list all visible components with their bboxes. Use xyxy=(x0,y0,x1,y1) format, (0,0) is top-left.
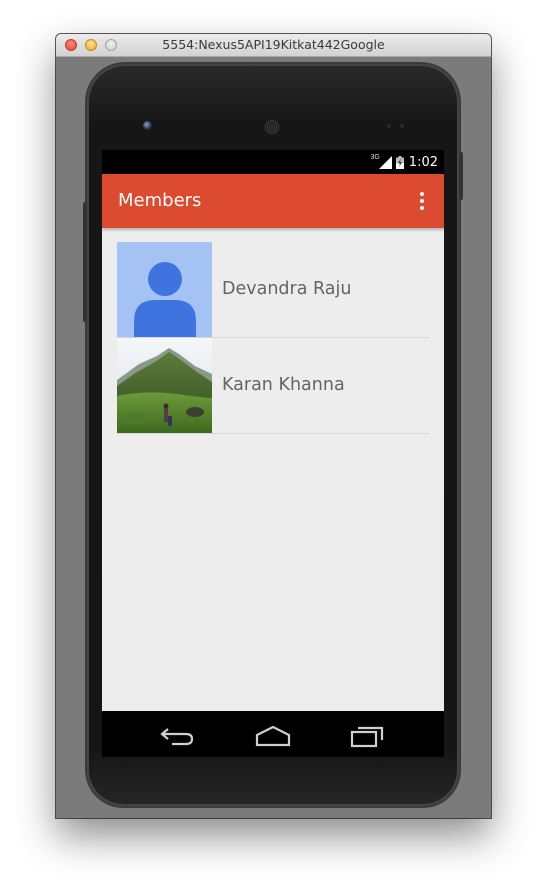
landscape-photo xyxy=(117,338,212,433)
front-camera-icon xyxy=(143,121,152,130)
status-bar: 3G 1:02 xyxy=(102,150,444,174)
battery-charging-icon xyxy=(395,155,404,169)
members-list: Devandra Raju Karan Khanna xyxy=(117,242,429,434)
volume-button[interactable] xyxy=(83,202,87,322)
recents-icon[interactable] xyxy=(348,721,388,749)
status-clock: 1:02 xyxy=(408,154,438,170)
signal-icon xyxy=(378,155,392,169)
window-titlebar[interactable]: 5554:Nexus5API19Kitkat442Google xyxy=(56,34,491,57)
emulator-window: 5554:Nexus5API19Kitkat442Google 3G 1:02 … xyxy=(56,34,491,818)
page-title: Members xyxy=(118,190,202,211)
member-name: Karan Khanna xyxy=(222,375,345,395)
light-sensor-icon xyxy=(400,124,404,128)
more-vertical-icon[interactable] xyxy=(408,187,436,215)
network-type-label: 3G xyxy=(370,153,380,161)
phone-frame: 3G 1:02 Members Devandra Raju Karan Khan… xyxy=(83,64,463,806)
earpiece-speaker-icon xyxy=(264,119,280,135)
proximity-sensor-icon xyxy=(387,124,391,128)
default-avatar-icon xyxy=(117,242,212,337)
list-item[interactable]: Devandra Raju xyxy=(117,242,429,338)
back-icon[interactable] xyxy=(158,721,198,749)
member-name: Devandra Raju xyxy=(222,279,352,299)
navigation-bar xyxy=(102,711,444,757)
power-button[interactable] xyxy=(459,152,463,200)
status-icons: 3G 1:02 xyxy=(370,154,438,170)
device-screen: 3G 1:02 Members Devandra Raju Karan Khan… xyxy=(102,150,444,757)
home-icon[interactable] xyxy=(253,721,293,749)
app-toolbar: Members xyxy=(102,174,444,228)
list-item[interactable]: Karan Khanna xyxy=(117,338,429,434)
window-title: 5554:Nexus5API19Kitkat442Google xyxy=(162,37,385,52)
